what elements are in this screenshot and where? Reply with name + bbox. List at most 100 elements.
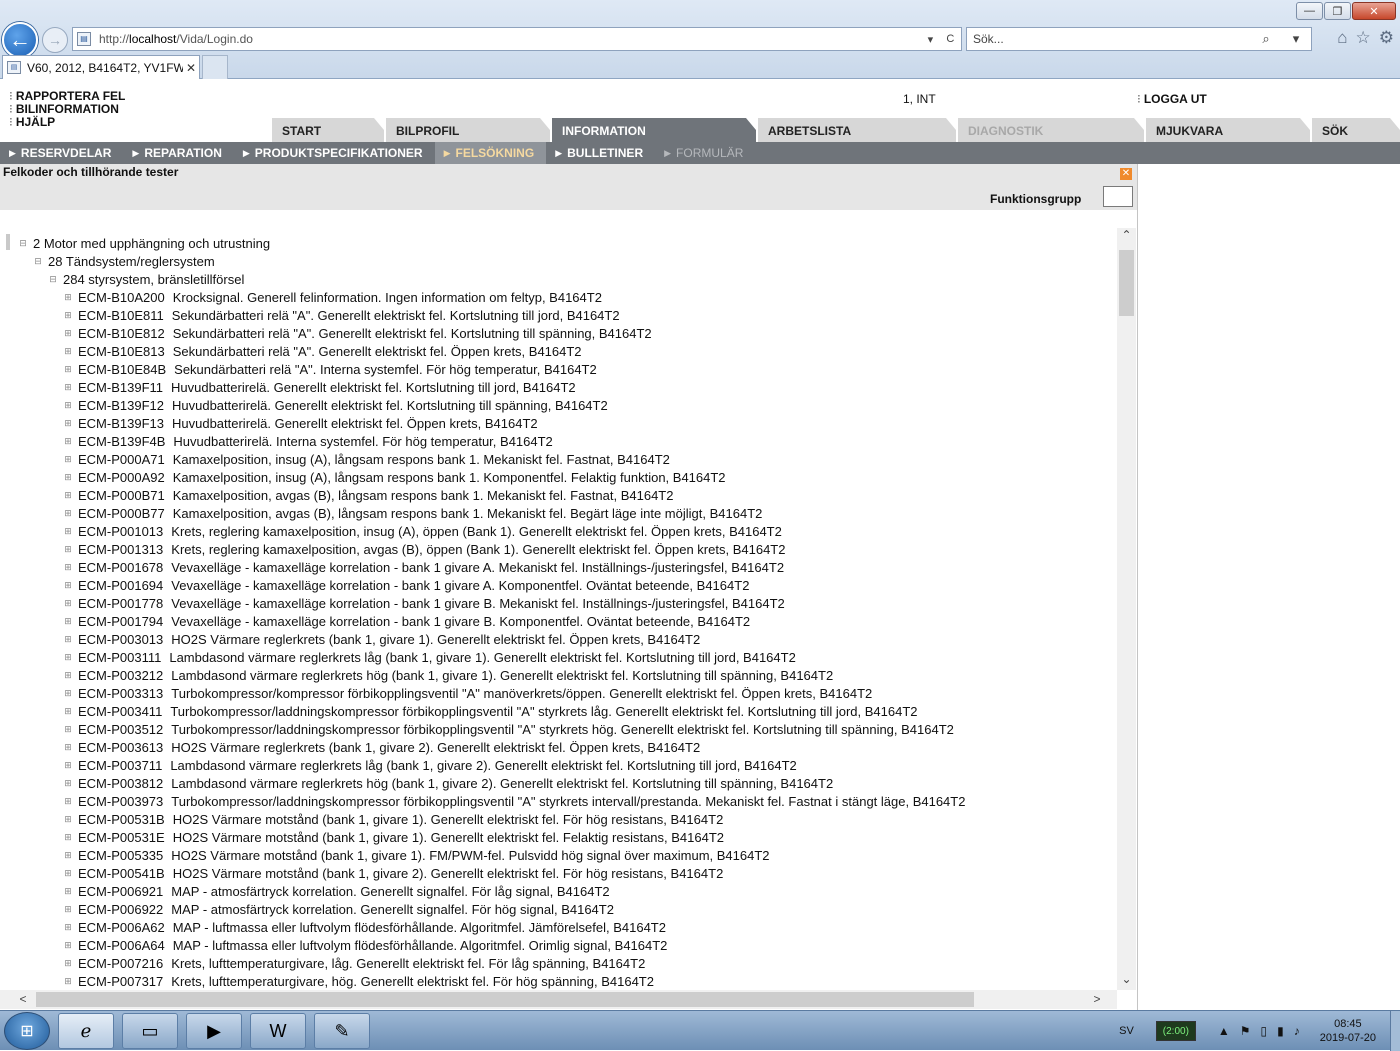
expand-icon[interactable]: ⊞ [63,580,73,591]
settings-gear-icon[interactable]: ⚙ [1379,28,1394,48]
expand-icon[interactable]: ⊞ [63,814,73,825]
expand-icon[interactable]: ⊞ [63,418,73,429]
battery-timer[interactable]: (2:00) [1155,1021,1196,1041]
expand-icon[interactable]: ⊞ [63,400,73,411]
fault-code-item[interactable]: ⊞ ECM-P003013 HO2S Värmare reglerkrets (ba… [0,630,700,648]
volume-icon[interactable]: ♪ [1294,1024,1300,1038]
collapse-icon[interactable]: ⊟ [18,238,28,249]
fault-code-item[interactable]: ⊞ ECM-P003411 Turbokompressor/laddningskom… [0,702,917,720]
fault-code-item[interactable]: ⊞ ECM-P003212 Lambdasond värmare reglerkre… [0,666,833,684]
tab-close-icon[interactable]: ✕ [183,61,199,75]
fault-code-item[interactable]: ⊞ ECM-P005335 HO2S Värmare motstånd (bank … [0,846,769,864]
fault-code-item[interactable]: ⊞ ECM-P003313 Turbokompressor/kompressor f… [0,684,872,702]
fault-code-item[interactable]: ⊞ ECM-P000B77 Kamaxelposition, avgas (B), … [0,504,762,522]
fault-code-item[interactable]: ⊞ ECM-P00541B HO2S Värmare motstånd (bank … [0,864,723,882]
fault-code-item[interactable]: ⊞ ECM-P006921 MAP - atmosfärtryck korrelat… [0,882,609,900]
taskbar-file-explorer[interactable]: ▭ [122,1013,178,1049]
tab-bilprofil[interactable]: BILPROFIL [386,118,550,142]
close-window-button[interactable]: ✕ [1352,2,1396,20]
start-button[interactable]: ⊞ [4,1012,50,1050]
fault-code-item[interactable]: ⊞ ECM-P00531E HO2S Värmare motstånd (bank … [0,828,724,846]
home-icon[interactable]: ⌂ [1337,28,1347,48]
expand-icon[interactable]: ⊞ [63,850,73,861]
function-group-input[interactable] [1103,186,1133,207]
fault-code-item[interactable]: ⊞ ECM-P000B71 Kamaxelposition, avgas (B), … [0,486,673,504]
search-icon[interactable]: ⌕ [1251,31,1281,47]
expand-icon[interactable]: ⊞ [63,472,73,483]
tab-sok[interactable]: SÖK [1312,118,1400,142]
expand-icon[interactable]: ⊞ [63,292,73,303]
taskbar-internet-explorer[interactable]: ℯ [58,1013,114,1049]
refresh-icon[interactable]: C [946,33,954,46]
expand-icon[interactable]: ⊞ [63,976,73,987]
expand-icon[interactable]: ⊞ [63,508,73,519]
favorites-star-icon[interactable]: ☆ [1356,28,1371,48]
forward-button[interactable]: → [42,27,68,53]
expand-icon[interactable]: ⊞ [63,724,73,735]
expand-icon[interactable]: ⊞ [63,544,73,555]
search-box[interactable]: Sök... ⌕ ▾ [966,27,1312,51]
fault-code-item[interactable]: ⊞ ECM-P001313 Krets, reglering kamaxelposi… [0,540,785,558]
collapse-icon[interactable]: ⊟ [48,274,58,285]
fault-code-item[interactable]: ⊞ ECM-P003111 Lambdasond värmare reglerkre… [0,648,796,666]
taskbar-paint[interactable]: ✎ [314,1013,370,1049]
fault-code-item[interactable]: ⊞ ECM-P001013 Krets, reglering kamaxelposi… [0,522,782,540]
fault-code-item[interactable]: ⊞ ECM-P000A92 Kamaxelposition, insug (A), … [0,468,725,486]
fault-code-item[interactable]: ⊞ ECM-B10E811 Sekundärbatteri relä "A". Ge… [0,306,619,324]
minimize-button[interactable]: — [1296,2,1323,20]
tree-node-level2[interactable]: ⊟ 28 Tändsystem/reglersystem [0,252,214,270]
expand-icon[interactable]: ⊞ [63,958,73,969]
taskbar-word[interactable]: W [250,1013,306,1049]
browser-tab[interactable]: ▤ V60, 2012, B4164T2, YV1FW... ✕ [2,55,200,79]
expand-icon[interactable]: ⊞ [63,382,73,393]
fault-code-item[interactable]: ⊞ ECM-P001794 Vevaxelläge - kamaxelläge ko… [0,612,750,630]
collapse-icon[interactable]: ⊟ [33,256,43,267]
restore-button[interactable]: ❐ [1324,2,1351,20]
scroll-left-icon[interactable]: < [14,990,32,1009]
tab-arbetslista[interactable]: ARBETSLISTA [758,118,956,142]
expand-icon[interactable]: ⊞ [63,904,73,915]
expand-icon[interactable]: ⊞ [63,922,73,933]
clock[interactable]: 08:45 2019-07-20 [1320,1017,1376,1045]
close-pane-icon[interactable]: ✕ [1120,168,1132,180]
expand-icon[interactable]: ⊞ [63,346,73,357]
logout-link[interactable]: LOGGA UT [1137,92,1207,106]
expand-icon[interactable]: ⊞ [63,760,73,771]
fault-code-item[interactable]: ⊞ ECM-B139F13 Huvudbatterirelä. Generellt … [0,414,537,432]
show-hidden-icons-icon[interactable]: ▲ [1218,1024,1230,1038]
fault-code-item[interactable]: ⊞ ECM-B10E812 Sekundärbatteri relä "A". Ge… [0,324,651,342]
expand-icon[interactable]: ⊞ [63,616,73,627]
scroll-thumb[interactable] [1119,250,1134,316]
tree-node-level1[interactable]: ⊟ 2 Motor med upphängning och utrustning [0,234,270,252]
address-bar[interactable]: ▤ http://localhost/Vida/Login.do ▾ C [72,27,962,51]
fault-code-item[interactable]: ⊞ ECM-B139F4B Huvudbatterirelä. Interna sy… [0,432,553,450]
dropdown-arrow-icon[interactable]: ▾ [928,33,934,46]
expand-icon[interactable]: ⊞ [63,670,73,681]
fault-code-item[interactable]: ⊞ ECM-P001694 Vevaxelläge - kamaxelläge ko… [0,576,749,594]
fault-code-item[interactable]: ⊞ ECM-P003812 Lambdasond värmare reglerkre… [0,774,833,792]
fault-code-item[interactable]: ⊞ ECM-P006A62 MAP - luftmassa eller luftvo… [0,918,666,936]
fault-code-item[interactable]: ⊞ ECM-B139F11 Huvudbatterirelä. Generellt … [0,378,575,396]
expand-icon[interactable]: ⊞ [63,796,73,807]
fault-code-item[interactable]: ⊞ ECM-P003973 Turbokompressor/laddningskom… [0,792,965,810]
expand-icon[interactable]: ⊞ [63,364,73,375]
subtab-bulletiner[interactable]: ▶ BULLETINER [546,142,655,164]
fault-code-item[interactable]: ⊞ ECM-P003711 Lambdasond värmare reglerkre… [0,756,797,774]
expand-icon[interactable]: ⊞ [63,310,73,321]
expand-icon[interactable]: ⊞ [63,454,73,465]
fault-code-item[interactable]: ⊞ ECM-P007317 Krets, lufttemperaturgivare,… [0,972,654,990]
expand-icon[interactable]: ⊞ [63,706,73,717]
expand-icon[interactable]: ⊞ [63,328,73,339]
expand-icon[interactable]: ⊞ [63,652,73,663]
tab-start[interactable]: START [272,118,384,142]
fault-code-item[interactable]: ⊞ ECM-P00531B HO2S Värmare motstånd (bank … [0,810,723,828]
network-icon[interactable]: ▮ [1277,1024,1284,1038]
scroll-right-icon[interactable]: > [1088,990,1106,1009]
fault-code-item[interactable]: ⊞ ECM-B10E813 Sekundärbatteri relä "A". Ge… [0,342,581,360]
scroll-up-icon[interactable]: ⌃ [1117,228,1136,246]
expand-icon[interactable]: ⊞ [63,490,73,501]
tab-information[interactable]: INFORMATION [552,118,756,142]
expand-icon[interactable]: ⊞ [63,526,73,537]
search-placeholder[interactable]: Sök... [973,32,1251,46]
show-desktop-button[interactable] [1390,1011,1400,1051]
